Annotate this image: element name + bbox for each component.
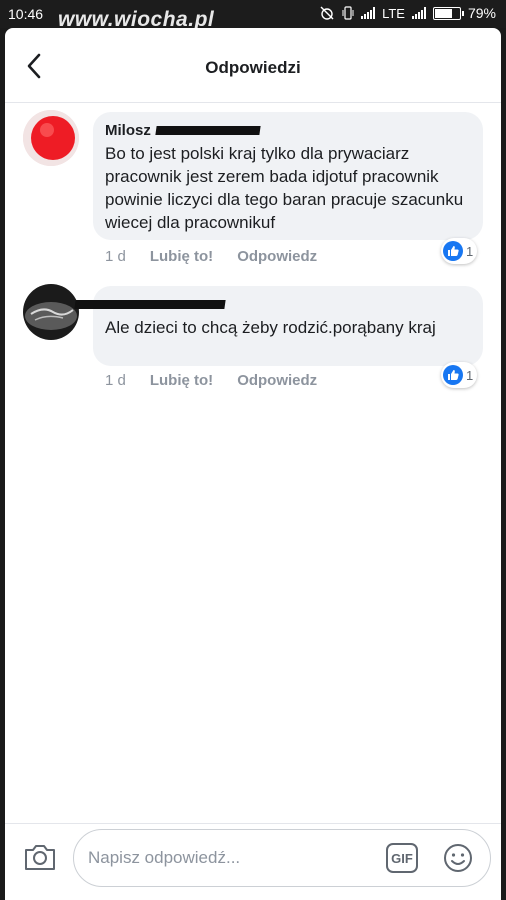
signal-icon	[361, 7, 376, 19]
redaction-mark	[155, 125, 261, 135]
alarm-off-icon	[320, 6, 334, 20]
comment-actions: 1 d Lubię to! Odpowiedz	[105, 248, 341, 265]
reaction-count[interactable]: 1	[441, 362, 478, 388]
avatar[interactable]	[23, 284, 79, 340]
status-icons: LTE 79%	[319, 5, 496, 21]
reaction-number: 1	[466, 367, 474, 383]
battery-icon	[432, 6, 464, 20]
page-title: Odpowiedzi	[205, 58, 301, 77]
smiley-icon[interactable]	[442, 842, 474, 874]
thumbs-up-icon	[443, 241, 463, 261]
comment-time: 1 d	[105, 372, 126, 389]
replies-screen: Odpowiedzi Milosz Bo to jest polski kraj…	[5, 28, 501, 900]
status-bar: 10:46 www.wiocha.pl LTE 79%	[0, 0, 506, 31]
comment-actions: 1 d Lubię to! Odpowiedz	[105, 372, 341, 389]
comment-bubble[interactable]: Ale dzieci to chcą żeby rodzić.porąbany …	[74, 286, 483, 366]
comment-author[interactable]	[74, 294, 471, 314]
like-button[interactable]: Lubię to!	[150, 372, 213, 389]
network-type: LTE	[382, 5, 405, 21]
status-time: 10:46	[8, 6, 44, 22]
camera-icon[interactable]	[23, 842, 57, 872]
comment-text: Ale dzieci to chcą żeby rodzić.porąbany …	[105, 318, 436, 337]
reaction-number: 1	[466, 243, 474, 259]
signal-icon-2	[411, 7, 426, 19]
reply-button[interactable]: Odpowiedz	[237, 372, 317, 389]
header: Odpowiedzi	[5, 28, 501, 103]
reaction-count[interactable]: 1	[441, 238, 478, 264]
vibrate-icon	[342, 6, 354, 20]
comment-author[interactable]: Milosz	[105, 120, 471, 140]
avatar-image	[23, 284, 79, 340]
comment-bubble[interactable]: Milosz Bo to jest polski kraj tylko dla …	[93, 112, 483, 240]
reply-button[interactable]: Odpowiedz	[237, 248, 317, 265]
gif-button[interactable]: GIF	[386, 843, 418, 873]
reply-input[interactable]: Napisz odpowiedź... GIF	[73, 829, 491, 887]
comment-text: Bo to jest polski kraj tylko dla prywaci…	[105, 144, 464, 232]
avatar-image	[23, 110, 79, 166]
battery-percent: 79%	[467, 5, 496, 21]
comment-time: 1 d	[105, 248, 126, 265]
like-button[interactable]: Lubię to!	[150, 248, 213, 265]
thumbs-up-icon	[443, 365, 463, 385]
reply-placeholder: Napisz odpowiedź...	[88, 848, 241, 867]
avatar[interactable]	[23, 110, 79, 166]
author-name: Milosz	[105, 121, 151, 139]
redaction-mark	[74, 299, 226, 309]
composer-divider	[5, 823, 501, 824]
